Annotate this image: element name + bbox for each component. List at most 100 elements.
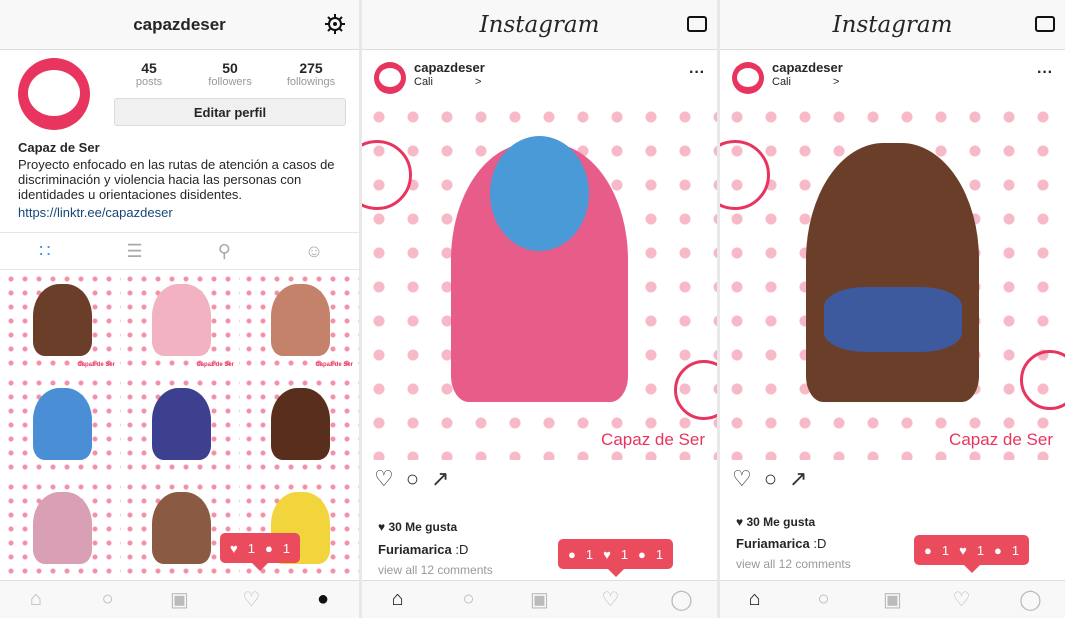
followers-count: 50 (222, 60, 238, 76)
heart-icon[interactable]: ♡ (237, 587, 265, 612)
avatar[interactable] (18, 58, 90, 130)
home-icon[interactable]: ⌂ (741, 588, 769, 611)
profile-username: capazdeser (133, 14, 226, 34)
tile-caption: Capaz de Ser (77, 362, 115, 368)
comment-icon[interactable]: ○ (406, 466, 419, 492)
post-header: capazdeser Cali > ··· (362, 50, 717, 98)
post-screen-2: Instagram capazdeser Cali > ··· Capaz de … (720, 0, 1065, 618)
notif-followers-count: 1 (282, 540, 291, 556)
heart-icon: ♥ (230, 540, 238, 556)
list-icon[interactable]: ☰ (124, 240, 146, 262)
notif-comments-count: 1 (941, 542, 950, 558)
post-location[interactable]: Cali > (414, 76, 481, 88)
heart-icon[interactable]: ♡ (732, 466, 752, 492)
edit-profile-button[interactable]: Editar perfil (114, 98, 346, 126)
tagged-icon[interactable]: ☺ (303, 240, 325, 262)
search-icon[interactable]: ○ (810, 588, 838, 611)
heart-icon[interactable]: ♡ (597, 587, 625, 612)
bottom-nav: ⌂ ○ ▣ ♡ ◯ (362, 580, 717, 618)
follower-icon: ● (638, 546, 646, 562)
post-actions: ♡ ○ ↗ (374, 466, 449, 492)
comment-user[interactable]: Furiamarica (378, 542, 452, 557)
post-actions: ♡ ○ ↗ (732, 466, 807, 492)
inbox-icon[interactable] (1035, 16, 1055, 32)
comment-icon: ● (924, 542, 932, 558)
post-header: capazdeser Cali > ··· (720, 50, 1065, 98)
stat-followers[interactable]: 50 followers (195, 60, 265, 88)
likes-count[interactable]: ♥ 30 Me gusta (736, 515, 815, 529)
view-all-comments[interactable]: view all 12 comments (378, 563, 493, 577)
post-thumbnail[interactable] (242, 376, 359, 478)
followers-label: followers (208, 76, 252, 88)
chevron-right-icon: > (832, 76, 840, 88)
share-icon[interactable]: ↗ (431, 466, 449, 492)
home-icon[interactable]: ⌂ (384, 588, 412, 611)
profile-name: Capaz de Ser (18, 140, 100, 155)
profile-icon[interactable]: ● (309, 588, 337, 611)
home-icon[interactable]: ⌂ (22, 588, 50, 611)
post-thumbnail[interactable]: Capaz de Ser (242, 272, 359, 374)
tile-caption: Capaz de Ser (315, 362, 353, 368)
camera-icon[interactable]: ▣ (879, 587, 907, 612)
notif-followers-count: 1 (1011, 542, 1020, 558)
location-pin-icon[interactable]: ⚲ (213, 240, 235, 262)
post-thumbnail[interactable]: Capaz de Ser (123, 272, 240, 374)
post-thumbnail[interactable] (123, 376, 240, 478)
post-username[interactable]: capazdeser (772, 60, 843, 75)
activity-notification[interactable]: ● 1 ♥ 1 ● 1 (914, 535, 1030, 573)
post-thumbnail[interactable] (4, 376, 121, 478)
followings-label: followings (286, 76, 336, 88)
bottom-nav: ⌂ ○ ▣ ♡ ● (0, 580, 359, 618)
comment-icon[interactable]: ○ (764, 466, 777, 492)
profile-info: 45 posts 50 followers 275 followings Editar… (0, 50, 359, 140)
posts-grid: Capaz de Ser Capaz de Ser Capaz de Ser (4, 272, 359, 582)
stat-followings[interactable]: 275 followings (276, 60, 346, 88)
notif-followers-count: 1 (655, 546, 664, 562)
camera-icon[interactable]: ▣ (526, 587, 554, 612)
search-icon[interactable]: ○ (455, 588, 483, 611)
profile-stats: 45 posts 50 followers 275 followings (114, 60, 346, 88)
stat-posts[interactable]: 45 posts (114, 60, 184, 88)
grid-icon[interactable]: ∷ (34, 240, 56, 262)
heart-icon[interactable]: ♡ (374, 466, 394, 492)
avatar[interactable] (732, 62, 764, 94)
follower-icon: ● (264, 540, 273, 556)
comment-user[interactable]: Furiamarica (736, 536, 810, 551)
post-brand-text: Capaz de Ser (949, 430, 1053, 449)
more-icon[interactable]: ··· (689, 64, 705, 82)
likes-count[interactable]: ♥ 30 Me gusta (378, 520, 457, 534)
post-image[interactable]: Capaz de Ser (720, 100, 1065, 460)
gear-icon[interactable] (323, 12, 347, 36)
activity-notification[interactable]: ♥ 1 ● 1 (220, 533, 301, 571)
profile-tabs: ∷ ☰ ⚲ ☺ (0, 232, 359, 270)
search-icon[interactable]: ○ (94, 588, 122, 611)
notif-comments-count: 1 (585, 546, 594, 562)
post-image[interactable]: Capaz de Ser (362, 100, 717, 460)
instagram-logo: Instagram (479, 11, 600, 38)
avatar[interactable] (374, 62, 406, 94)
post-username[interactable]: capazdeser (414, 60, 485, 75)
post-location[interactable]: Cali > (772, 76, 839, 88)
posts-count: 45 (141, 60, 157, 76)
notif-likes-count: 1 (247, 540, 255, 556)
app-header: Instagram (720, 0, 1065, 50)
share-icon[interactable]: ↗ (789, 466, 807, 492)
posts-label: posts (135, 76, 163, 88)
post-thumbnail[interactable] (4, 480, 121, 582)
bio-link[interactable]: https://linktr.ee/capazdeser (18, 205, 341, 220)
profile-icon[interactable]: ◯ (1017, 587, 1045, 612)
profile-icon[interactable]: ◯ (668, 587, 696, 612)
view-all-comments[interactable]: view all 12 comments (736, 557, 851, 571)
comment: Furiamarica :D (378, 542, 468, 557)
comment-icon: ● (568, 546, 576, 562)
profile-header: capazdeser (0, 0, 359, 50)
post-thumbnail[interactable]: Capaz de Ser (4, 272, 121, 374)
heart-icon[interactable]: ♡ (948, 587, 976, 612)
post-thumbnail[interactable] (123, 480, 240, 582)
followings-count: 275 (299, 60, 323, 76)
activity-notification[interactable]: ● 1 ♥ 1 ● 1 (558, 539, 674, 577)
more-icon[interactable]: ··· (1037, 64, 1053, 82)
notif-likes-count: 1 (976, 542, 985, 558)
camera-icon[interactable]: ▣ (165, 587, 193, 612)
inbox-icon[interactable] (687, 16, 707, 32)
